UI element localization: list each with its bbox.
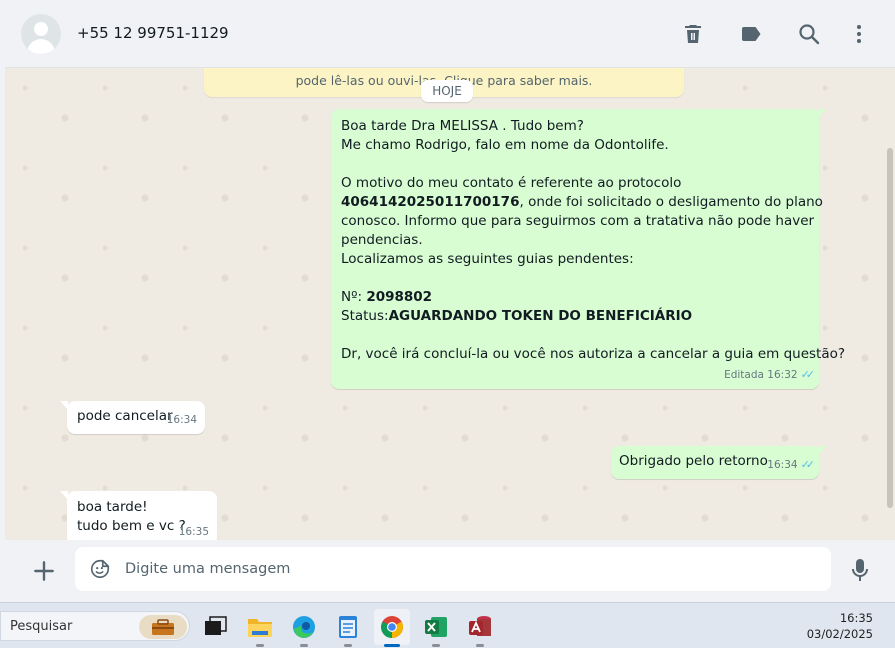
chrome-browser-icon[interactable]: [374, 609, 410, 647]
bubble-tail: [60, 491, 68, 500]
running-indicator: [432, 644, 440, 647]
chat-scrollbar[interactable]: [887, 148, 893, 508]
message-line: conosco. Informo que para seguirmos com …: [341, 213, 815, 229]
system-clock[interactable]: 16:35 03/02/2025: [807, 610, 873, 642]
message-bubble-incoming[interactable]: pode cancelar 16:34: [60, 401, 205, 434]
search-highlight-icon[interactable]: [139, 615, 187, 639]
running-indicator: [344, 644, 352, 647]
guide-number: 2098802: [366, 289, 433, 305]
excel-icon[interactable]: [418, 609, 454, 647]
contact-avatar[interactable]: [21, 14, 61, 54]
message-time: 16:32: [767, 369, 798, 381]
message-line: boa tarde!: [77, 499, 148, 515]
message-line: Nº: 2098802: [341, 288, 809, 307]
microphone-icon[interactable]: [849, 557, 871, 583]
avatar-body-shape: [27, 39, 55, 54]
message-line: Boa tarde Dra MELISSA . Tudo bem?: [341, 118, 584, 134]
read-ticks-icon: ✓✓: [800, 368, 816, 381]
message-line: 4064142025011700176, onde foi solicitado…: [341, 193, 823, 212]
message-bubble-incoming[interactable]: boa tarde! tudo bem e vc ? 16:35: [60, 491, 217, 540]
message-input-container[interactable]: [75, 547, 831, 591]
message-line: Localizamos as seguintes guias pendentes…: [341, 251, 634, 267]
attach-plus-icon[interactable]: [31, 558, 57, 584]
file-explorer-icon[interactable]: [242, 609, 278, 647]
bubble-tail: [60, 401, 68, 410]
protocol-number: 4064142025011700176: [341, 194, 520, 210]
more-vertical-icon[interactable]: [847, 22, 871, 46]
chat-panel[interactable]: pode lê-las ou ouvi-las. Clique para sab…: [5, 68, 895, 540]
clock-time: 16:35: [839, 611, 873, 625]
message-line: Status:AGUARDANDO TOKEN DO BENEFICIÁRIO: [341, 307, 809, 326]
message-meta: Editada 16:32 ✓✓: [724, 365, 816, 385]
status-label: Status:: [341, 308, 389, 324]
notepad-icon[interactable]: [330, 609, 366, 647]
message-meta: 16:34 ✓✓: [767, 455, 816, 475]
message-time: 16:35: [178, 526, 209, 538]
read-ticks-icon: ✓✓: [800, 458, 816, 471]
access-icon[interactable]: [462, 609, 498, 647]
running-indicator: [300, 644, 308, 647]
windows-taskbar: Pesquisar 16:35 03/02/2025: [0, 602, 895, 648]
status-value: AGUARDANDO TOKEN DO BENEFICIÁRIO: [388, 308, 693, 324]
taskbar-search[interactable]: Pesquisar: [0, 611, 190, 641]
message-line: Me chamo Rodrigo, falo em nome da Odonto…: [341, 137, 669, 153]
emoji-sticker-icon[interactable]: [89, 558, 111, 580]
message-time: 16:34: [166, 414, 197, 426]
clock-date: 03/02/2025: [806, 627, 873, 641]
message-bubble-outgoing[interactable]: Boa tarde Dra MELISSA . Tudo bem? Me cha…: [331, 109, 846, 389]
message-composer: [5, 540, 895, 602]
taskbar-search-label: Pesquisar: [10, 619, 73, 634]
active-indicator: [384, 644, 400, 647]
day-separator: HOJE: [421, 80, 473, 102]
trash-icon[interactable]: [681, 22, 705, 46]
message-input[interactable]: [125, 547, 821, 591]
edge-browser-icon[interactable]: [286, 609, 322, 647]
search-icon[interactable]: [797, 22, 821, 46]
chat-header: +55 12 99751-1129: [5, 0, 895, 68]
avatar-head-shape: [34, 22, 48, 36]
guide-number-label: Nº:: [341, 289, 367, 305]
running-indicator: [256, 644, 264, 647]
message-time: 16:34: [767, 459, 798, 471]
message-text: , onde foi solicitado o desligamento do …: [519, 194, 823, 210]
task-view-icon[interactable]: [197, 609, 233, 645]
message-line: Dr, você irá concluí-la ou você nos auto…: [341, 346, 846, 362]
contact-name[interactable]: +55 12 99751-1129: [77, 24, 229, 42]
message-bubble-outgoing[interactable]: Obrigado pelo retorno 16:34 ✓✓: [611, 446, 826, 479]
bubble-tail: [818, 109, 826, 118]
edited-label: Editada: [724, 369, 764, 381]
message-line: pendencias.: [341, 232, 423, 248]
bubble-tail: [818, 446, 826, 455]
running-indicator: [476, 644, 484, 647]
label-icon[interactable]: [739, 22, 763, 46]
message-line: O motivo do meu contato é referente ao p…: [341, 175, 682, 191]
